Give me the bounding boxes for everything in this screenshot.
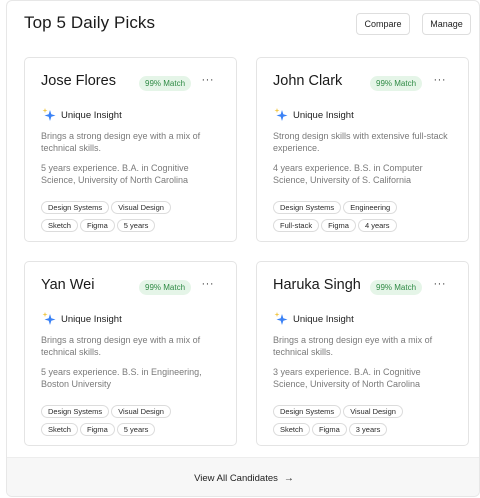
candidate-background: 5 years experience. B.A. in Cognitive Sc… <box>41 163 189 185</box>
skill-tag: Figma <box>321 219 356 232</box>
skill-tag: Sketch <box>41 423 78 436</box>
more-options-icon[interactable]: ··· <box>434 73 447 87</box>
candidate-name: Yan Wei <box>41 277 95 293</box>
view-all-candidates-link[interactable]: View All Candidates → <box>7 473 479 484</box>
candidate-summary: Brings a strong design eye with a mix of… <box>41 335 201 357</box>
skill-tag: Sketch <box>273 423 310 436</box>
experience-tag: 4 years <box>357 219 397 232</box>
candidate-name: Jose Flores <box>41 73 116 89</box>
candidate-card-yan-wei[interactable]: Yan Wei 99% Match ··· Unique Insight Bri… <box>24 261 237 446</box>
skill-tag: Full-stack <box>273 219 320 232</box>
match-badge: 99% Match <box>370 280 423 295</box>
more-options-icon[interactable]: ··· <box>202 73 215 87</box>
skill-tag: Design Systems <box>273 201 342 214</box>
skill-tag: Design Systems <box>273 405 342 418</box>
skill-tags: Design Systems Engineering Full-stack Figm… <box>273 201 463 237</box>
view-all-label: View All Candidates <box>194 473 278 484</box>
experience-tag: 3 years <box>348 423 388 436</box>
candidate-card-jose-flores[interactable]: Jose Flores 99% Match ··· Unique Insight… <box>24 57 237 242</box>
candidate-background: 3 years experience. B.A. in Cognitive Sc… <box>273 367 421 389</box>
skill-tag: Figma <box>311 423 347 436</box>
unique-insight: Unique Insight <box>41 310 122 328</box>
skill-tag: Engineering <box>343 201 398 214</box>
skill-tag: Visual Design <box>343 405 403 418</box>
skill-tags: Design Systems Visual Design Sketch Figma 5… <box>41 405 231 441</box>
sparkle-icon <box>274 312 288 325</box>
candidate-summary: Brings a strong design eye with a mix of… <box>41 131 201 153</box>
skill-tag: Visual Design <box>111 201 171 214</box>
candidate-background: 4 years experience. B.S. in Computer Sci… <box>273 163 423 185</box>
candidate-summary: Strong design skills with extensive full… <box>273 131 448 153</box>
unique-insight: Unique Insight <box>273 106 354 124</box>
insight-label: Unique Insight <box>61 109 122 121</box>
insight-label: Unique Insight <box>293 313 354 325</box>
skill-tag: Figma <box>79 219 115 232</box>
experience-tag: 5 years <box>116 423 156 436</box>
experience-tag: 5 years <box>116 219 156 232</box>
page-title: Top 5 Daily Picks <box>24 13 156 32</box>
skill-tags: Design Systems Visual Design Sketch Figma 3… <box>273 405 463 441</box>
more-options-icon[interactable]: ··· <box>434 277 447 291</box>
skill-tag: Sketch <box>41 219 78 232</box>
match-badge: 99% Match <box>139 280 192 295</box>
skill-tag: Design Systems <box>41 201 110 214</box>
skill-tag: Visual Design <box>111 405 171 418</box>
more-options-icon[interactable]: ··· <box>202 277 215 291</box>
arrow-right-icon: → <box>283 473 294 484</box>
sparkle-icon <box>42 108 56 121</box>
candidate-summary: Brings a strong design eye with a mix of… <box>273 335 433 357</box>
panel-footer: View All Candidates → <box>7 457 479 496</box>
candidate-card-john-clark[interactable]: John Clark 99% Match ··· Unique Insight … <box>256 57 469 242</box>
compare-button[interactable]: Compare <box>356 13 410 35</box>
skill-tag: Figma <box>79 423 115 436</box>
skill-tag: Design Systems <box>41 405 110 418</box>
sparkle-icon <box>42 312 56 325</box>
skill-tags: Design Systems Visual Design Sketch Figma 5… <box>41 201 231 237</box>
unique-insight: Unique Insight <box>273 310 354 328</box>
unique-insight: Unique Insight <box>41 106 122 124</box>
manage-button[interactable]: Manage <box>422 13 471 35</box>
panel-header: Top 5 Daily Picks Compare Manage <box>7 1 479 47</box>
daily-picks-panel: Top 5 Daily Picks Compare Manage Jose Fl… <box>6 0 480 497</box>
candidate-background: 5 years experience. B.S. in Engineering,… <box>41 367 202 389</box>
candidate-cards: Jose Flores 99% Match ··· Unique Insight… <box>7 47 479 457</box>
candidate-name: Haruka Singh <box>273 277 361 293</box>
match-badge: 99% Match <box>370 76 423 91</box>
candidate-name: John Clark <box>273 73 343 89</box>
insight-label: Unique Insight <box>61 313 122 325</box>
sparkle-icon <box>274 108 288 121</box>
match-badge: 99% Match <box>139 76 192 91</box>
candidate-card-haruka-singh[interactable]: Haruka Singh 99% Match ··· Unique Insigh… <box>256 261 469 446</box>
insight-label: Unique Insight <box>293 109 354 121</box>
